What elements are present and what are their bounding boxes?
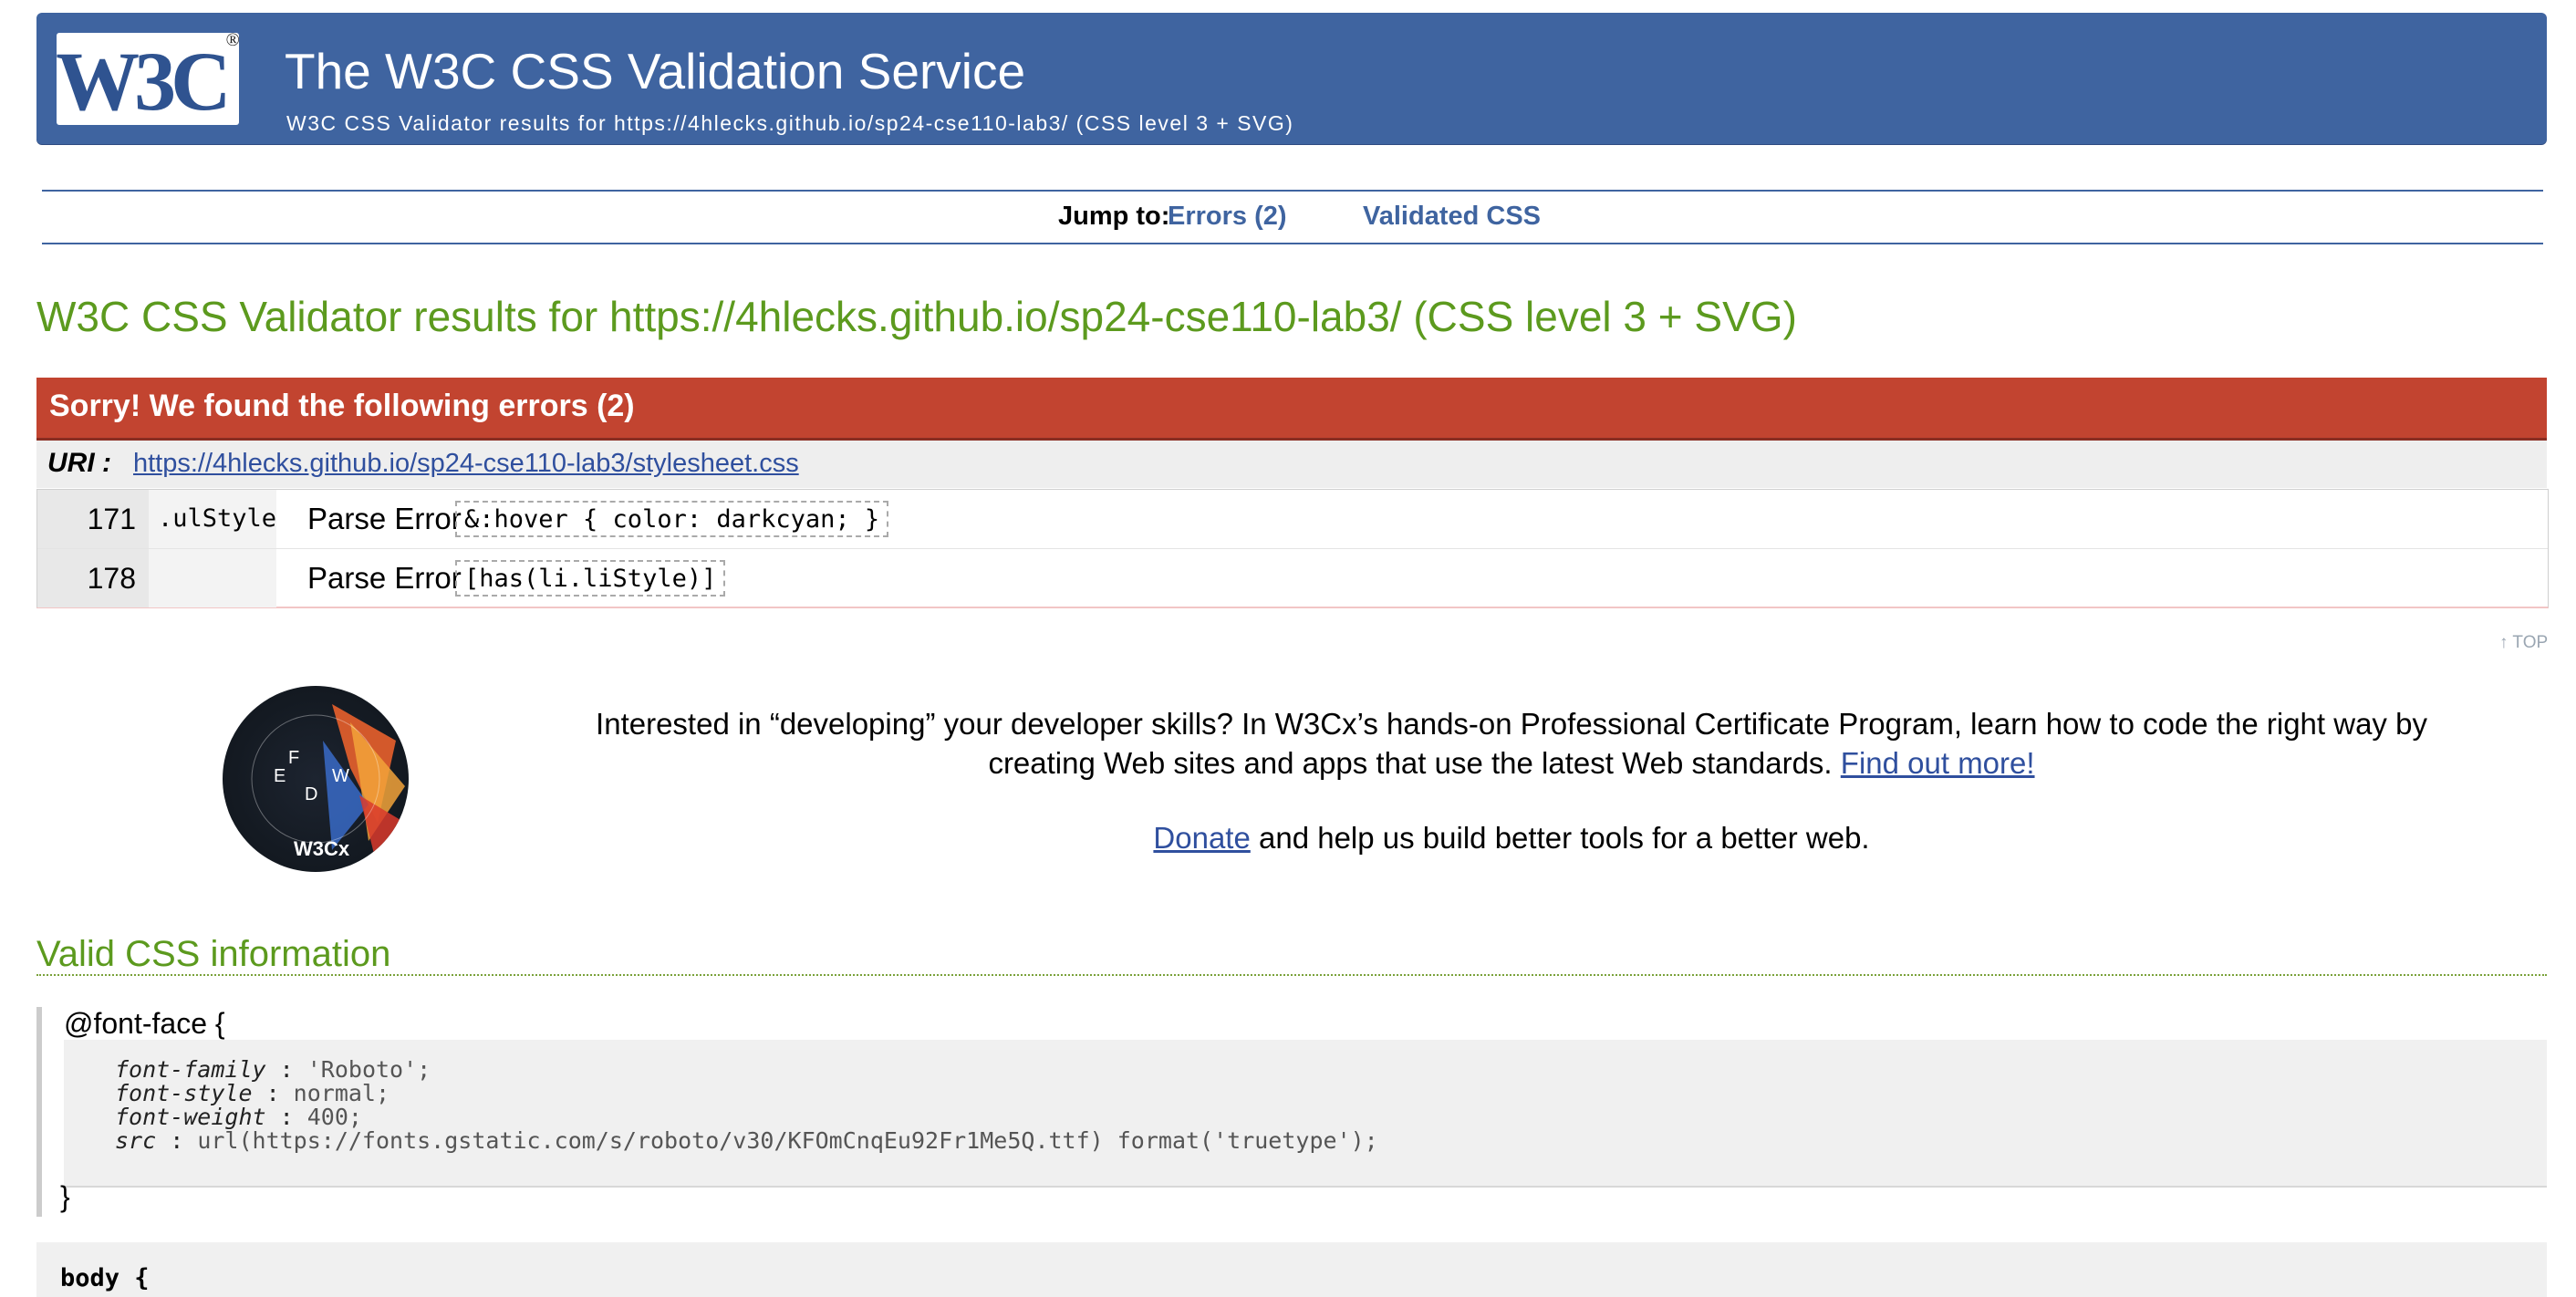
stylesheet-uri-link[interactable]: https://4hlecks.github.io/sp24-cse110-la… [133,449,799,479]
w3c-logo[interactable]: W3C ® [57,33,239,125]
errors-table: 171 .ulStyle Parse Error &:hover { color… [36,489,2549,608]
error-code-snippet: [has(li.liStyle)] [455,560,726,597]
error-line-number: 178 [37,549,149,607]
svg-text:D: D [305,784,317,804]
header-banner: W3C ® The W3C CSS Validation Service W3C … [36,13,2547,144]
error-message: Parse Error [307,561,462,595]
errors-header-text: Sorry! We found the following errors (2) [49,389,635,423]
svg-text:W3Cx: W3Cx [294,837,350,860]
declaration: font-style : normal; [115,1080,390,1106]
valid-css-title: Valid CSS information [36,934,391,974]
declaration: src : url(https://fonts.gstatic.com/s/ro… [115,1127,1378,1154]
donate-text: and help us build better tools for a bet… [1250,821,1870,855]
error-context: .ulStyle [149,490,276,548]
declaration: font-weight : 400; [115,1104,362,1130]
section-divider [36,974,2547,976]
jump-validated-css-link[interactable]: Validated CSS [1363,202,1541,232]
at-rule-selector: @font-face { [64,1007,225,1040]
uri-label: URI : [47,448,111,478]
declarations-box: font-family : 'Roboto'; font-style : nor… [64,1040,2547,1188]
errors-header: Sorry! We found the following errors (2) [36,378,2547,441]
uri-row: URI : https://4hlecks.github.io/sp24-cse… [36,441,2547,488]
donate-line: Donate and help us build better tools fo… [540,821,2483,856]
page-subtitle: W3C CSS Validator results for https://4h… [286,111,1294,135]
body-rule: body { [36,1242,2547,1297]
jump-errors-link[interactable]: Errors (2) [1168,202,1287,232]
svg-text:F: F [288,748,299,768]
back-to-top-link[interactable]: ↑ TOP [2499,633,2548,653]
body-selector: body { [60,1264,150,1292]
error-message: Parse Error [307,502,462,535]
error-context [149,549,276,607]
w3c-logo-text: W3C [57,34,232,125]
table-row: 171 .ulStyle Parse Error &:hover { color… [37,490,2548,549]
declaration: font-family : 'Roboto'; [115,1056,431,1083]
font-face-rule: @font-face { font-family : 'Roboto'; fon… [36,1007,2552,1217]
badge-graphic: F E W D W3Cx [251,704,405,868]
promo-description: Interested in “developing” your develope… [596,707,2427,780]
error-code-snippet: &:hover { color: darkcyan; } [455,501,889,537]
error-line-number: 171 [37,490,149,548]
donate-link[interactable]: Donate [1153,821,1250,855]
results-title: W3C CSS Validator results for https://4h… [36,293,1797,340]
find-out-more-link[interactable]: Find out more! [1841,746,2035,780]
svg-text:W: W [332,766,349,786]
svg-text:E: E [274,766,286,786]
jump-nav: Jump to: Errors (2) Validated CSS [42,190,2543,244]
table-row: 178 Parse Error [has(li.liStyle)] [37,549,2548,607]
jump-label: Jump to: [1058,202,1170,231]
page-title: The W3C CSS Validation Service [285,43,1026,99]
closing-brace: } [60,1180,70,1213]
promo-text: Interested in “developing” your develope… [540,704,2483,783]
w3cx-badge-logo[interactable]: F E W D W3Cx [223,686,409,872]
